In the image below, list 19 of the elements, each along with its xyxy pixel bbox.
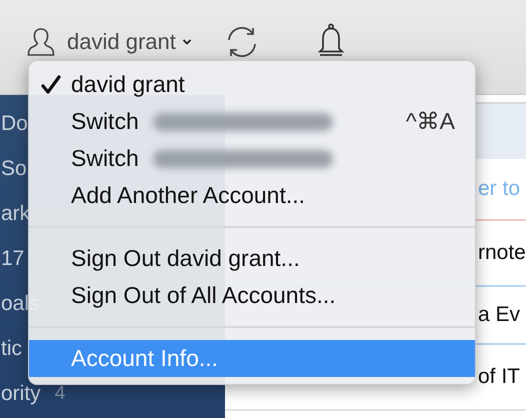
shortcut-label: ^⌘A <box>406 108 455 135</box>
caret-icon <box>182 38 192 46</box>
note-title: of IT <box>478 365 520 389</box>
bell-icon[interactable] <box>316 23 345 57</box>
note-title: a Ev <box>478 303 520 327</box>
menu-item[interactable]: Sign Out david grant... <box>29 240 475 277</box>
sidebar-item[interactable]: 17 <box>1 246 24 270</box>
menu-item[interactable]: Switch <box>29 140 475 177</box>
menu-item[interactable]: Add Another Account... <box>29 177 475 214</box>
sidebar-item[interactable]: ority <box>1 382 41 406</box>
sidebar-item[interactable]: So <box>1 156 27 180</box>
menu-item[interactable]: Switch ^⌘A <box>29 103 475 140</box>
item-count: 4 <box>54 382 66 404</box>
note-title: rnote <box>478 241 526 265</box>
person-icon <box>27 27 55 57</box>
account-button[interactable]: david grant <box>27 27 192 57</box>
sidebar-item[interactable]: Do <box>1 112 28 136</box>
menu-item[interactable]: david grant <box>29 66 475 103</box>
sidebar-item[interactable]: tic <box>1 336 22 360</box>
